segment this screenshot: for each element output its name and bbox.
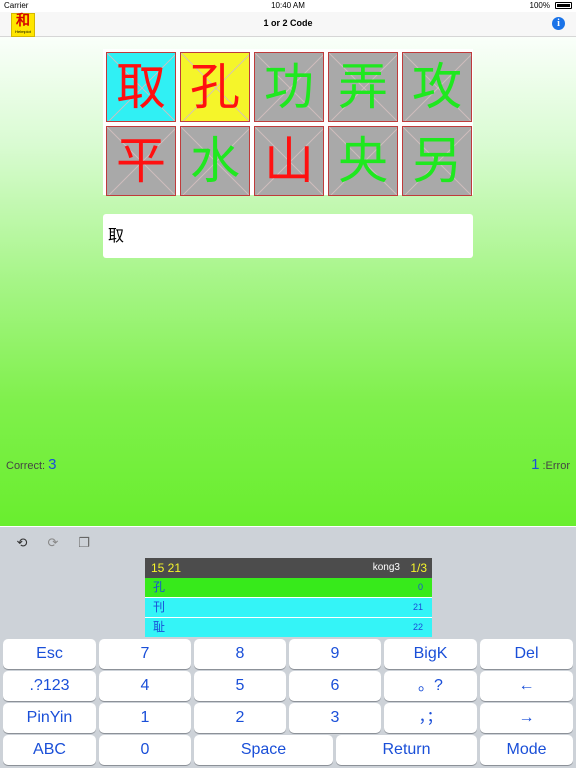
key-left-arrow[interactable]: ← xyxy=(480,671,573,701)
character-cell[interactable]: 孔 xyxy=(180,52,250,122)
character-grid: 取孔功弄攻平水山央另 xyxy=(103,49,473,196)
character-glyph: 央 xyxy=(338,132,388,190)
character-cell[interactable]: 央 xyxy=(328,126,398,196)
candidate-char: 孔 xyxy=(153,580,166,594)
navigation-bar: 和 Helmpiot 1 or 2 Code i xyxy=(0,12,576,37)
character-cell[interactable]: 另 xyxy=(402,126,472,196)
correct-count: 3 xyxy=(48,456,57,473)
character-glyph: 水 xyxy=(190,132,240,190)
candidate-code: 0 xyxy=(417,582,423,592)
character-cell[interactable]: 弄 xyxy=(328,52,398,122)
key-6[interactable]: 6 xyxy=(289,671,381,701)
candidate-item[interactable]: 耻 22 xyxy=(145,617,432,637)
character-cell[interactable]: 功 xyxy=(254,52,324,122)
key-3[interactable]: 3 xyxy=(289,703,381,733)
character-glyph: 另 xyxy=(412,132,462,190)
key-mode[interactable]: Mode xyxy=(480,735,573,765)
info-icon[interactable]: i xyxy=(552,17,565,30)
candidate-code: 22 xyxy=(412,622,423,632)
key-period-question[interactable]: 。? xyxy=(384,671,477,701)
candidate-code: 21 xyxy=(412,602,423,612)
battery-percent: 100% xyxy=(529,1,550,10)
status-bar: Carrier 10:40 AM 100% xyxy=(0,0,576,12)
logo-caption: Helmpiot xyxy=(15,29,31,34)
key-comma-semicolon[interactable]: ，； xyxy=(384,703,477,733)
key-1[interactable]: 1 xyxy=(99,703,191,733)
error-counter: 1:Error xyxy=(531,456,570,473)
key-esc[interactable]: Esc xyxy=(3,639,96,669)
keyboard: Esc 7 8 9 BigK Del .?123 4 5 6 。? ← PinY… xyxy=(0,637,576,768)
key-symbols[interactable]: .?123 xyxy=(3,671,96,701)
character-cell[interactable]: 攻 xyxy=(402,52,472,122)
character-cell[interactable]: 取 xyxy=(106,52,176,122)
character-cell[interactable]: 山 xyxy=(254,126,324,196)
practice-area: 取孔功弄攻平水山央另 取 Correct: 3 1:Error xyxy=(0,37,576,526)
correct-label: Correct: xyxy=(6,460,46,472)
key-2[interactable]: 2 xyxy=(194,703,286,733)
character-glyph: 平 xyxy=(116,132,166,190)
key-pinyin[interactable]: PinYin xyxy=(3,703,96,733)
clock: 10:40 AM xyxy=(271,1,305,10)
character-cell[interactable]: 水 xyxy=(180,126,250,196)
character-glyph: 功 xyxy=(264,58,314,116)
candidate-pinyin: kong3 xyxy=(372,562,400,573)
correct-counter: Correct: 3 xyxy=(6,456,56,473)
input-text-field[interactable]: 取 xyxy=(103,214,473,258)
key-8[interactable]: 8 xyxy=(194,639,286,669)
paste-icon[interactable]: ❐ xyxy=(77,537,91,551)
error-label: :Error xyxy=(542,460,571,472)
key-0[interactable]: 0 xyxy=(99,735,191,765)
character-glyph: 孔 xyxy=(190,58,240,116)
key-space[interactable]: Space xyxy=(194,735,333,765)
candidate-item[interactable]: 刊 21 xyxy=(145,597,432,617)
key-9[interactable]: 9 xyxy=(289,639,381,669)
key-right-arrow[interactable]: → xyxy=(480,703,573,733)
candidate-panel: 15 21 kong3 1/3 孔 0 刊 21 耻 22 xyxy=(145,558,432,638)
character-glyph: 取 xyxy=(116,58,166,116)
key-bigk[interactable]: BigK xyxy=(384,639,477,669)
key-5[interactable]: 5 xyxy=(194,671,286,701)
page-title: 1 or 2 Code xyxy=(263,18,313,28)
character-glyph: 山 xyxy=(264,132,314,190)
error-count: 1 xyxy=(531,456,540,473)
input-code: 15 21 xyxy=(151,561,182,575)
character-glyph: 攻 xyxy=(412,58,462,116)
key-4[interactable]: 4 xyxy=(99,671,191,701)
undo-icon[interactable]: ⟲ xyxy=(15,537,29,551)
candidate-header: 15 21 kong3 1/3 xyxy=(145,558,432,578)
key-7[interactable]: 7 xyxy=(99,639,191,669)
keyboard-area: ⟲ ⟳ ❐ 15 21 kong3 1/3 孔 0 刊 21 耻 22 Esc … xyxy=(0,527,576,768)
battery-icon xyxy=(555,2,572,9)
key-del[interactable]: Del xyxy=(480,639,573,669)
character-glyph: 弄 xyxy=(338,58,388,116)
key-abc[interactable]: ABC xyxy=(3,735,96,765)
candidate-item[interactable]: 孔 0 xyxy=(145,578,432,597)
candidate-char: 刊 xyxy=(153,600,166,614)
character-cell[interactable]: 平 xyxy=(106,126,176,196)
candidate-page: 1/3 xyxy=(410,561,427,575)
redo-icon[interactable]: ⟳ xyxy=(46,537,60,551)
key-return[interactable]: Return xyxy=(336,735,477,765)
candidate-char: 耻 xyxy=(153,620,166,634)
